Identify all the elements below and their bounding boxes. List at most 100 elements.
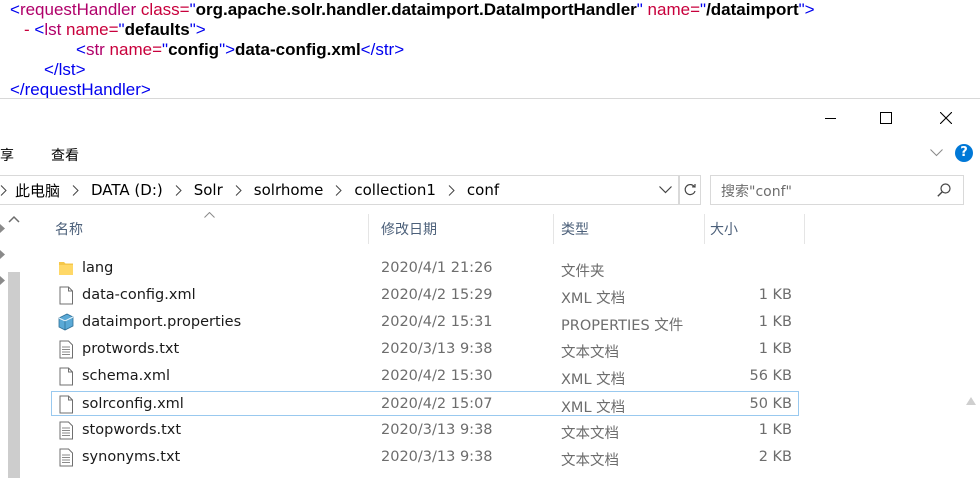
xml-line-request-handler: <requestHandler class="org.apache.solr.h… [10, 0, 815, 21]
column-header-row: 名称 修改日期 类型 大小 [48, 212, 808, 244]
xml-collapse-toggle[interactable]: - [24, 20, 34, 39]
column-divider[interactable] [368, 214, 369, 244]
file-row-lang[interactable]: lang 2020/4/1 21:26 文件夹 [52, 256, 798, 281]
expand-arrow-icon[interactable] [0, 276, 6, 285]
file-row-schema[interactable]: schema.xml 2020/4/2 15:30 XML 文档 56 KB [52, 364, 798, 389]
file-size: 1 KB [758, 287, 792, 303]
file-type: XML 文档 [561, 291, 626, 307]
column-divider[interactable] [804, 214, 805, 244]
breadcrumb-this-pc[interactable]: 此电脑 [15, 180, 60, 201]
file-explorer-window: 享 查看 ? 此电脑 DATA (D:) Solr solrhome colle… [0, 98, 980, 478]
minimize-icon [824, 117, 836, 119]
file-type: XML 文档 [561, 372, 626, 388]
address-history-chevron-icon[interactable] [659, 186, 672, 194]
tab-view[interactable]: 查看 [51, 145, 79, 165]
xml-bracket: > [195, 20, 206, 39]
tab-share[interactable]: 享 [0, 145, 14, 165]
column-header-date[interactable]: 修改日期 [381, 214, 437, 244]
file-row-synonyms[interactable]: synonyms.txt 2020/3/13 9:38 文本文档 2 KB [52, 445, 798, 470]
file-name: schema.xml [82, 368, 170, 384]
file-size: 1 KB [758, 341, 792, 357]
file-row-stopwords[interactable]: stopwords.txt 2020/3/13 9:38 文本文档 1 KB [52, 418, 798, 443]
file-size: 1 KB [758, 422, 792, 438]
file-date: 2020/4/2 15:31 [381, 314, 493, 330]
xml-bracket: < [34, 20, 45, 39]
breadcrumb-drive[interactable]: DATA (D:) [91, 181, 163, 199]
file-date: 2020/4/1 21:26 [381, 260, 493, 276]
expand-arrow-icon[interactable] [0, 250, 6, 259]
file-icon [59, 286, 73, 305]
column-header-label: 名称 [55, 222, 83, 238]
expand-arrow-icon[interactable] [0, 224, 6, 233]
file-type: 文件夹 [561, 264, 605, 280]
search-box[interactable]: 搜索"conf" [710, 175, 964, 205]
column-divider[interactable] [704, 214, 705, 244]
chevron-right-icon[interactable] [72, 184, 79, 196]
breadcrumb-separator-lead [0, 184, 15, 196]
xml-line-lst-end: </lst> [44, 60, 86, 79]
column-divider[interactable] [553, 214, 554, 244]
file-row-dataimport-properties[interactable]: dataimport.properties 2020/4/2 15:31 PRO… [52, 310, 798, 335]
xml-text: data-config.xml [235, 40, 361, 59]
xml-end-tag: </str> [360, 40, 405, 59]
xml-bracket: < [76, 40, 86, 59]
breadcrumb-conf[interactable]: conf [467, 181, 499, 199]
file-name: lang [82, 260, 114, 276]
file-row-protwords[interactable]: protwords.txt 2020/3/13 9:38 文本文档 1 KB [52, 337, 798, 362]
column-header-label: 修改日期 [381, 222, 437, 238]
xml-bracket: > [225, 40, 236, 59]
file-row-solrconfig[interactable]: solrconfig.xml 2020/4/2 15:07 XML 文档 50 … [51, 391, 799, 416]
xml-bracket: > [804, 0, 815, 19]
chevron-right-icon[interactable] [448, 184, 455, 196]
close-button[interactable] [918, 99, 974, 137]
help-icon[interactable]: ? [955, 144, 973, 162]
file-date: 2020/3/13 9:38 [381, 422, 493, 438]
file-name: data-config.xml [82, 287, 196, 303]
xml-value: config [168, 40, 220, 59]
nav-scrollbar-thumb[interactable] [8, 272, 20, 478]
maximize-icon [880, 112, 892, 124]
xml-attr: name= [642, 0, 701, 19]
file-icon [59, 367, 73, 386]
address-bar[interactable]: 此电脑 DATA (D:) Solr solrhome collection1 … [0, 175, 679, 205]
file-date: 2020/4/2 15:29 [381, 287, 493, 303]
file-row-data-config[interactable]: data-config.xml 2020/4/2 15:29 XML 文档 1 … [52, 283, 798, 308]
chevron-right-icon[interactable] [175, 184, 182, 196]
breadcrumb-label: 此电脑 [15, 181, 61, 200]
chevron-right-icon [0, 184, 7, 196]
chevron-right-icon[interactable] [335, 184, 343, 196]
xml-attr: name= [61, 20, 119, 39]
refresh-icon [684, 183, 696, 196]
properties-icon [58, 313, 74, 331]
file-name: synonyms.txt [82, 449, 181, 465]
file-date: 2020/3/13 9:38 [381, 341, 493, 357]
text-file-icon [59, 448, 73, 467]
minimize-button[interactable] [802, 99, 858, 137]
breadcrumb-label: solrhome [253, 181, 324, 199]
breadcrumb-solr[interactable]: Solr [194, 181, 223, 199]
column-header-name[interactable]: 名称 [55, 214, 83, 244]
breadcrumb-solrhome[interactable]: solrhome [254, 181, 324, 199]
chevron-right-icon[interactable] [235, 184, 242, 196]
search-placeholder: 搜索"conf" [721, 184, 792, 200]
file-size: 2 KB [758, 449, 792, 465]
column-header-type[interactable]: 类型 [561, 214, 589, 244]
refresh-button[interactable] [679, 175, 701, 205]
xml-value: org.apache.solr.handler.dataimport.DataI… [195, 0, 637, 19]
scroll-marker-icon [966, 397, 976, 405]
column-header-size[interactable]: 大小 [710, 214, 738, 244]
file-size: 1 KB [758, 314, 792, 330]
file-type: PROPERTIES 文件 [561, 318, 684, 334]
close-icon [940, 112, 952, 124]
breadcrumb-collection1[interactable]: collection1 [354, 181, 436, 199]
xml-snippet: <requestHandler class="org.apache.solr.h… [0, 0, 980, 100]
breadcrumb-label: conf [466, 181, 500, 199]
chevron-down-icon[interactable] [930, 149, 943, 157]
file-name: dataimport.properties [82, 314, 242, 330]
folder-icon [59, 262, 73, 275]
file-date: 2020/4/2 15:30 [381, 368, 493, 384]
search-icon[interactable] [937, 183, 951, 197]
scroll-up-arrow-icon[interactable] [8, 215, 20, 223]
xml-tag: lst [44, 20, 62, 39]
maximize-button[interactable] [858, 99, 914, 137]
